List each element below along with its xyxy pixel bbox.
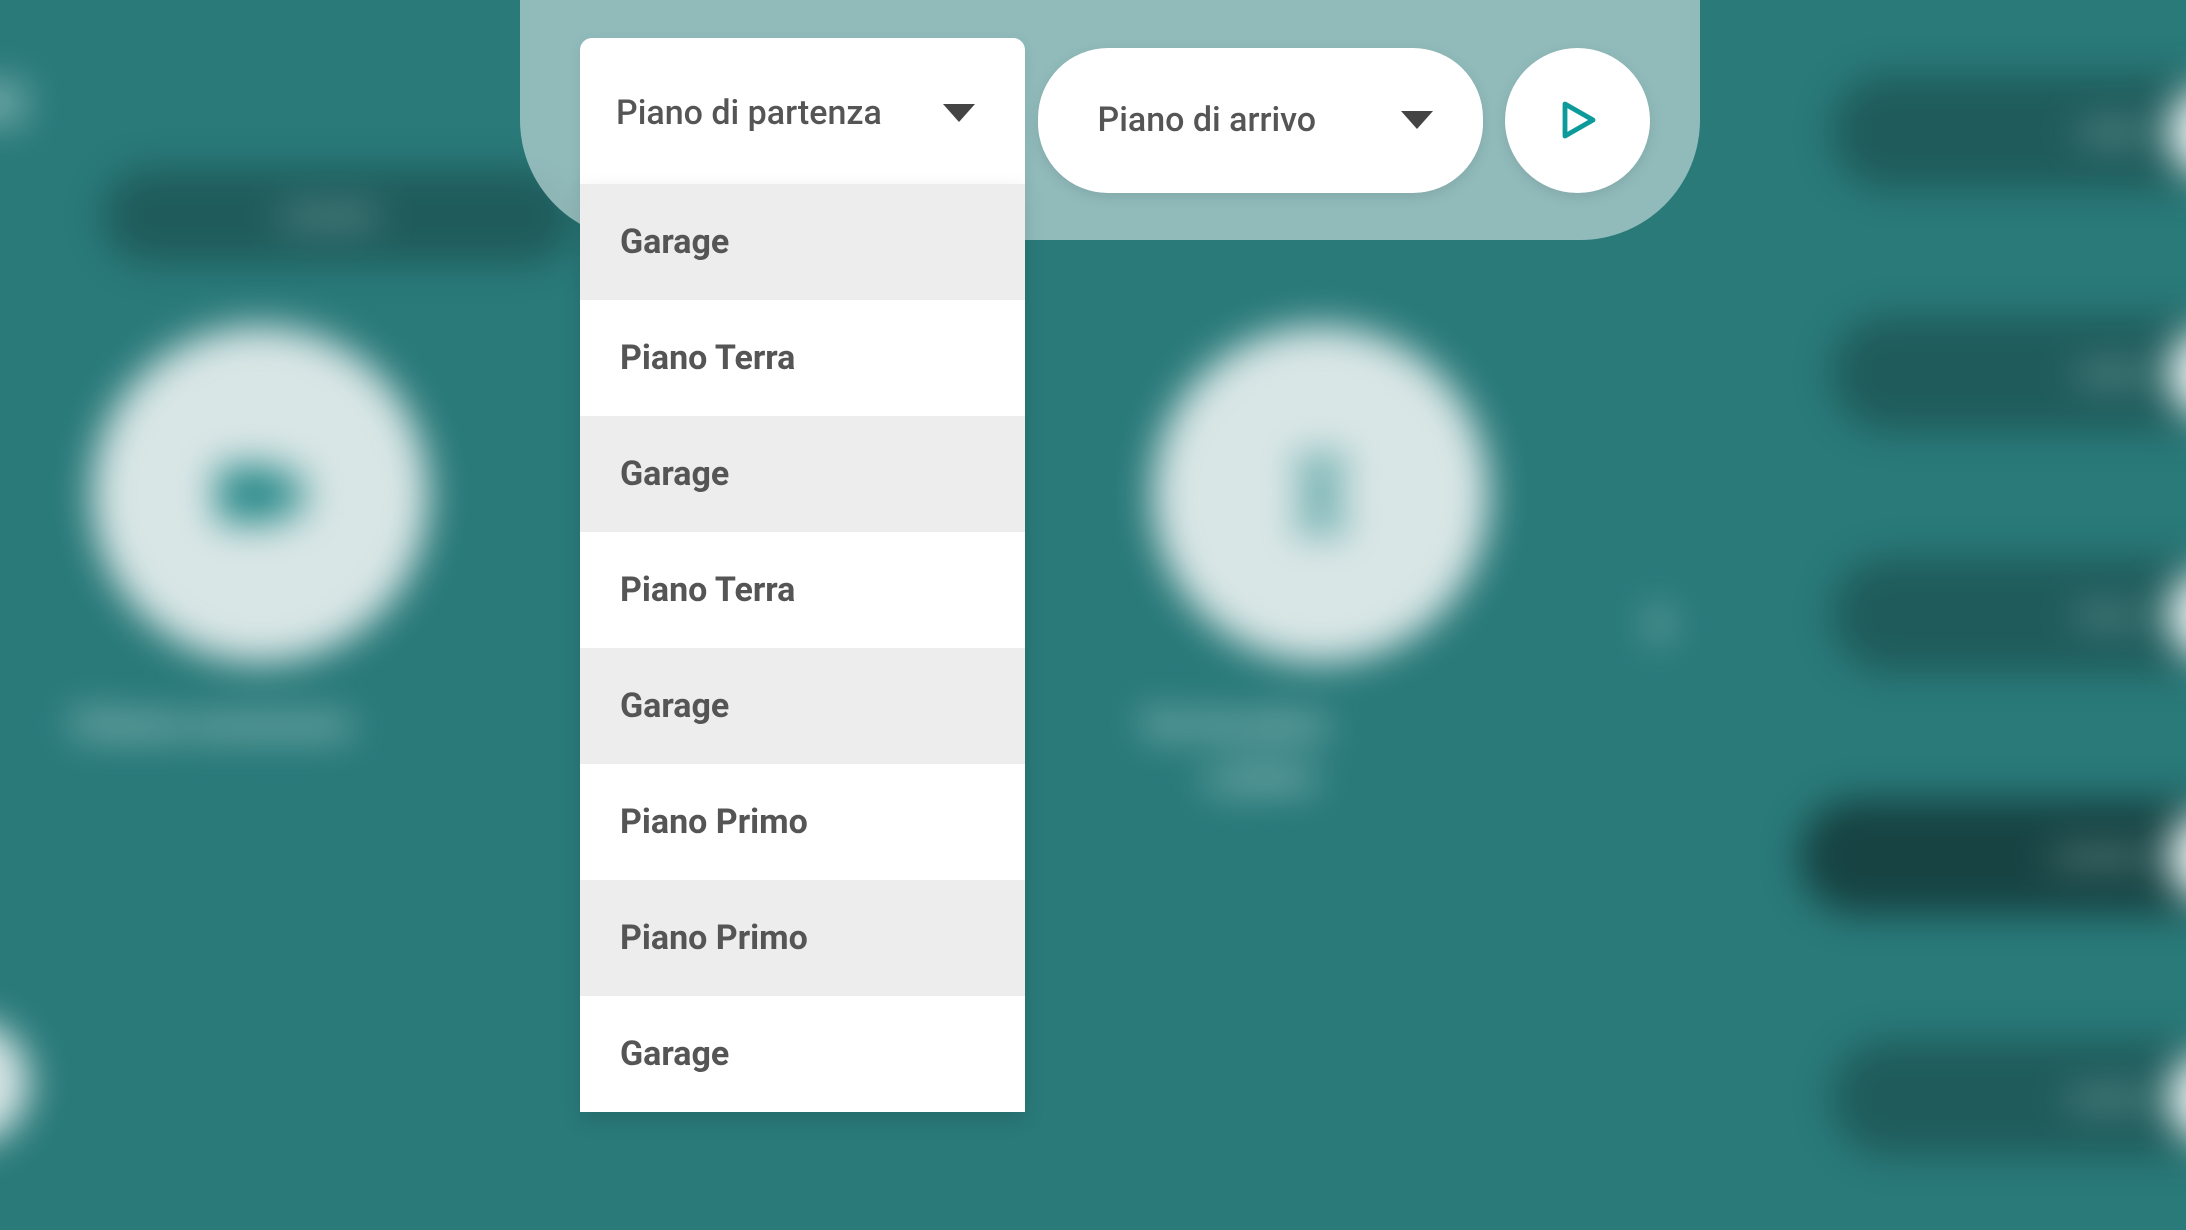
bg-card-left (92, 326, 428, 662)
side-item-3: ASCENSORE (1800, 799, 2186, 915)
bg-card-right-label-2: a piano (1205, 757, 1315, 797)
play-icon (1553, 96, 1601, 144)
dropdown-option[interactable]: Piano Terra (580, 532, 1025, 648)
side-item-label: SCENARI (2076, 364, 2146, 384)
side-item-1: SCENARI (1831, 316, 2186, 432)
side-item-0: CAMERA (1831, 74, 2186, 189)
side-item-icon-circle (2167, 809, 2186, 904)
chevron-down-icon (943, 104, 975, 122)
departure-dropdown-label: Piano di partenza (616, 93, 882, 133)
bg-card-right (1153, 326, 1489, 662)
side-item-icon-circle (2167, 85, 2186, 179)
departure-dropdown[interactable]: Piano di partenza (580, 38, 1025, 188)
bg-time: 02 (0, 74, 27, 135)
dropdown-option[interactable]: Garage (580, 184, 1025, 300)
chevron-right-icon: › (1646, 568, 1671, 667)
arrival-dropdown[interactable]: Piano di arrivo (1038, 48, 1483, 193)
go-button[interactable] (1505, 48, 1650, 193)
bg-card-left-label: Chiama ascensore (71, 704, 350, 744)
side-item-label: CAMERA (2078, 122, 2146, 142)
side-item-icon-circle (2167, 1051, 2186, 1146)
side-item-icon-circle (2167, 568, 2186, 662)
side-item-icon-circle (2167, 326, 2186, 421)
side-item-2: PERcorsi (1831, 557, 2186, 672)
dropdown-option[interactable]: Piano Primo (580, 880, 1025, 996)
side-item-label: AGGIUNGI (2068, 1088, 2146, 1108)
dropdown-option[interactable]: Piano Primo (580, 764, 1025, 880)
departure-dropdown-list[interactable]: Garage Piano Terra Garage Piano Terra Ga… (580, 184, 1025, 1112)
side-item-4: AGGIUNGI (1831, 1040, 2186, 1156)
bg-header-pill-label: ASCENSORE (281, 206, 377, 226)
dropdown-option[interactable]: Garage (580, 648, 1025, 764)
dropdown-option[interactable]: Piano Terra (580, 300, 1025, 416)
bg-header-pill: ASCENSORE (103, 169, 576, 264)
chevron-down-icon (1401, 111, 1433, 129)
side-item-label: PERcorsi (2078, 605, 2147, 625)
dropdown-option[interactable]: Garage (580, 416, 1025, 532)
dropdown-option[interactable]: Garage (580, 996, 1025, 1112)
bg-corner-circle (0, 1019, 29, 1145)
bg-card-right-label-1: Vai da piano (1142, 704, 1327, 744)
arrival-dropdown-shell: Piano di arrivo (1038, 48, 1483, 193)
side-item-label: ASCENSORE (2050, 847, 2146, 867)
arrival-dropdown-label: Piano di arrivo (1098, 100, 1317, 140)
